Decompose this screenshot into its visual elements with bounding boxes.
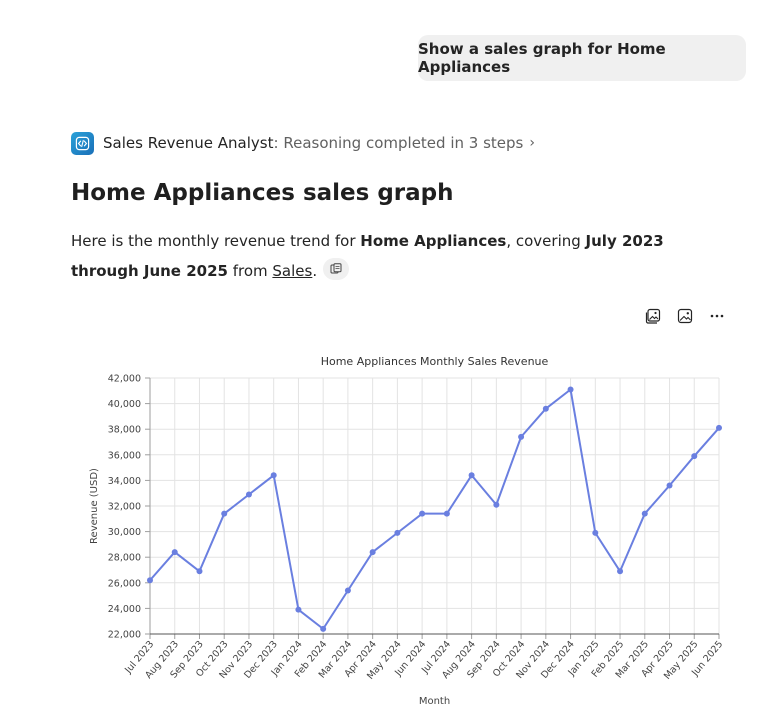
y-tick-label: 22,000 [108,630,141,641]
y-tick-label: 26,000 [108,578,141,589]
data-point [147,577,153,584]
agent-name: Sales Revenue Analyst [103,134,274,152]
category-name: Home Appliances [360,232,507,250]
data-point [394,529,401,536]
agent-separator: : [273,134,279,152]
y-tick-label: 38,000 [108,425,141,436]
agent-header[interactable]: Sales Revenue Analyst: Reasoning complet… [71,131,535,155]
text-segment: from [227,262,273,280]
text-segment: , covering [506,232,586,250]
copy-image-button[interactable] [642,305,664,327]
citation-icon [330,262,342,273]
y-axis-label: Revenue (USD) [89,468,100,544]
citation-chip[interactable] [323,257,350,280]
more-icon [710,314,724,318]
revenue-series-line [149,388,720,630]
y-tick-label: 42,000 [108,374,141,385]
y-tick-label: 24,000 [108,604,141,615]
data-point [419,510,426,517]
text-segment: Here is the monthly revenue trend for [71,232,361,250]
data-point [641,510,648,517]
more-options-button[interactable] [706,305,728,327]
data-point [196,568,203,575]
copy-image-icon [645,308,661,324]
user-message-bubble: Show a sales graph for Home Appliances [418,35,746,81]
chart-toolbar [642,305,728,327]
response-title: Home Appliances sales graph [71,180,454,206]
user-message-text: Show a sales graph for Home Appliances [418,40,666,76]
y-tick-label: 36,000 [108,450,141,461]
data-point [171,549,178,556]
data-point [617,568,624,575]
data-point [567,386,574,393]
data-point [344,587,351,594]
data-point [542,405,549,412]
data-point [468,472,475,479]
data-point [270,472,277,479]
sales-source-link[interactable]: Sales [272,262,312,280]
chart-title: Home Appliances Monthly Sales Revenue [321,355,549,368]
y-tick-label: 30,000 [108,527,141,538]
x-axis-label: Month [419,696,450,707]
y-tick-label: 32,000 [108,502,141,513]
data-point [443,510,450,517]
revenue-line-chart: 22,000 24,000 26,000 28,000 30,000 32,000 34,0… [89,355,725,707]
data-point [245,491,252,498]
image-button[interactable] [674,305,696,327]
code-icon [71,131,94,155]
y-tick-label: 28,000 [108,553,141,564]
data-point [716,424,722,431]
data-point [518,433,525,440]
data-point [691,453,698,460]
data-point [592,529,599,536]
data-point [320,625,327,632]
text-segment: . [312,262,318,280]
y-tick-label: 40,000 [108,399,141,410]
response-paragraph: Here is the monthly revenue trend for Ho… [71,226,731,286]
data-point [295,606,302,613]
reasoning-status[interactable]: Reasoning completed in 3 steps [283,134,523,152]
data-point [369,549,376,556]
image-icon [677,308,693,324]
data-point [221,510,228,517]
data-point [666,482,673,489]
data-point [493,501,500,508]
y-tick-label: 34,000 [108,476,141,487]
chevron-right-icon[interactable]: › [529,135,535,151]
